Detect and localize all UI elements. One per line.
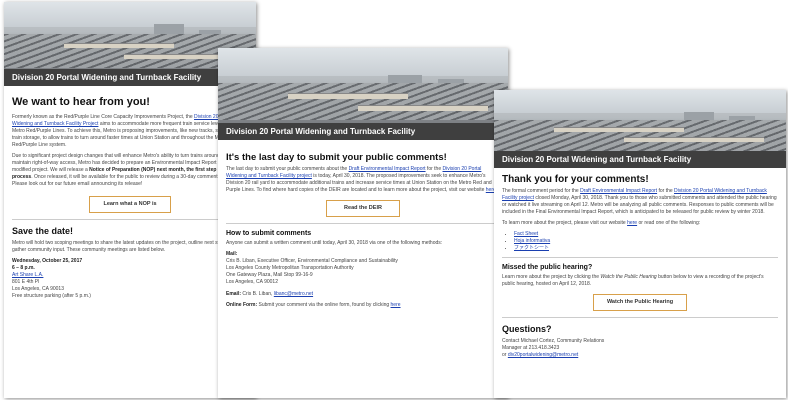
heading: Thank you for your comments! [502, 174, 649, 185]
online-method: Online Form: Submit your comment via the… [226, 302, 401, 308]
questions-heading: Questions? [502, 324, 552, 334]
email-last-day: Division 20 Portal Widening and Turnback… [218, 48, 508, 398]
deir-link[interactable]: Draft Environmental Impact Report [349, 166, 426, 172]
save-the-date-text: Metro will hold two scoping meetings to … [12, 240, 239, 253]
eir-paragraph: Due to significant project design change… [12, 153, 246, 187]
divider [502, 257, 778, 258]
hero-image: Division 20 Portal Widening and Turnback… [218, 48, 508, 140]
website-here-link[interactable]: here [627, 220, 637, 226]
resource-list: Fact Sheet Hoja informativa ファクトシート [514, 231, 778, 252]
japanese-fact-sheet-link[interactable]: ファクトシート [514, 245, 549, 251]
heading: We want to hear from you! [12, 96, 150, 108]
deir-link[interactable]: Draft Environmental Impact Report [580, 188, 657, 194]
missed-hearing-heading: Missed the public hearing? [502, 264, 593, 271]
list-item: Fact Sheet [514, 231, 778, 238]
read-deir-button[interactable]: Read the DEIR [326, 200, 400, 217]
email-method: Email: Cris B. Liban, libanc@metro.net [226, 291, 314, 297]
email-thank-you: Division 20 Portal Widening and Turnback… [494, 90, 786, 398]
contact-email-link[interactable]: div20portalwidening@metro.net [508, 352, 578, 358]
intro-paragraph: Formerly known as the Red/Purple Line Co… [12, 114, 246, 148]
intro-paragraph: The formal comment period for the Draft … [502, 188, 777, 215]
divider [502, 317, 778, 318]
watch-hearing-button[interactable]: Watch the Public Hearing [593, 294, 687, 311]
hero-banner-title: Division 20 Portal Widening and Turnback… [218, 123, 508, 140]
event-date: Wednesday, October 25, 2017 [12, 258, 83, 264]
learn-more-text: To learn more about the project, please … [502, 220, 701, 226]
mail-line4: Los Angeles, CA 90012 [226, 279, 278, 285]
contact-line3: or div20portalwidening@metro.net [502, 352, 579, 358]
event-address-line1: 801 E 4th Pl [12, 279, 40, 285]
mail-line1: Cris B. Liban, Executive Officer, Enviro… [226, 258, 398, 264]
event-time: 6 – 8 p.m. [12, 265, 35, 271]
how-to-submit-text: Anyone can submit a written comment unti… [226, 240, 443, 246]
online-here-link[interactable]: here [391, 302, 401, 308]
hero-image: Division 20 Portal Widening and Turnback… [494, 90, 786, 168]
contact-line1: Contact Michael Cortez, Community Relati… [502, 338, 605, 344]
mail-label: Mail: [226, 251, 238, 257]
hero-banner-title: Division 20 Portal Widening and Turnback… [494, 151, 786, 168]
fact-sheet-link[interactable]: Fact Sheet [514, 231, 538, 237]
missed-hearing-text: Learn more about the project by clicking… [502, 274, 764, 287]
heading: It's the last day to submit your public … [226, 152, 447, 163]
hoja-informativa-link[interactable]: Hoja informativa [514, 238, 550, 244]
event-parking: Free structure parking (after 5 p.m.) [12, 293, 91, 299]
contact-line2: Manager at 213.418.3423 [502, 345, 560, 351]
email-link[interactable]: libanc@metro.net [274, 291, 313, 297]
mail-line3: One Gateway Plaza, Mail Stop 99-16-9 [226, 272, 313, 278]
list-item: Hoja informativa [514, 238, 778, 245]
intro-paragraph: The last day to submit your public comme… [226, 166, 497, 193]
list-item: ファクトシート [514, 245, 778, 252]
save-the-date-heading: Save the date! [12, 226, 74, 236]
mail-line2: Los Angeles County Metropolitan Transpor… [226, 265, 354, 271]
event-address-line2: Los Angeles, CA 90013 [12, 286, 64, 292]
divider [12, 219, 248, 220]
event-venue-link[interactable]: Art Share L.A. [12, 272, 248, 279]
how-to-submit-heading: How to submit comments [226, 230, 312, 237]
divider [226, 223, 500, 224]
learn-nop-button[interactable]: Learn what a NOP is [89, 196, 171, 213]
